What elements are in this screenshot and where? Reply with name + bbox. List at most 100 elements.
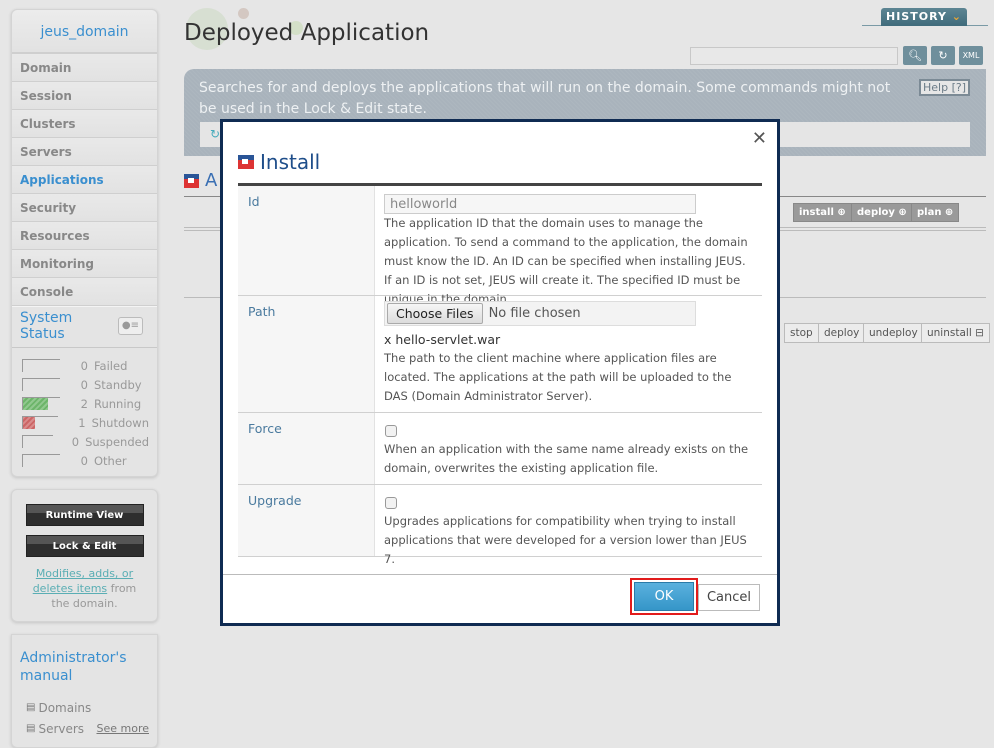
history-button[interactable]: HISTORY ⌄ [881, 8, 967, 26]
install-label: install [799, 207, 834, 218]
cancel-button[interactable]: Cancel [698, 584, 760, 611]
system-status: System Status ●≡ 0 Failed 0 Standby 2 Running… [12, 306, 157, 476]
book-icon: ▤ [26, 723, 36, 734]
deploy-label: deploy [857, 207, 895, 218]
force-checkbox[interactable] [385, 425, 397, 437]
status-count: 1 [78, 415, 86, 430]
status-label: Shutdown [91, 415, 149, 430]
deploy-button[interactable]: deploy ⊕ [851, 203, 913, 222]
system-status-header: System Status ●≡ [12, 310, 157, 348]
path-file-input[interactable]: Choose Files No file chosen [384, 301, 696, 326]
status-row-shutdown: 1 Shutdown [20, 413, 149, 432]
help-button[interactable]: Help [?] [919, 79, 970, 96]
lock-edit-button[interactable]: Lock & Edit [25, 535, 144, 557]
sidebar-item-servers[interactable]: Servers [12, 138, 157, 166]
status-count: 0 [71, 434, 80, 449]
manual-link-label: Servers [38, 721, 85, 736]
history-label: HISTORY [886, 10, 947, 23]
upgrade-checkbox[interactable] [385, 497, 397, 509]
deploy-row-button[interactable]: deploy [818, 323, 866, 343]
runtime-view-button[interactable]: Runtime View [25, 504, 144, 526]
see-more-link[interactable]: See more [96, 722, 149, 735]
status-bar [22, 454, 60, 467]
id-cell: The application ID that the domain uses … [375, 186, 762, 306]
refresh-icon[interactable]: ↻ [210, 127, 220, 141]
form-row-upgrade: Upgrade Upgrades applications for compat… [238, 485, 762, 566]
chevron-down-icon: ⌄ [951, 10, 962, 23]
force-cell: When an application with the same name a… [375, 413, 762, 484]
status-bar-fill [23, 398, 48, 410]
form-row-force: Force When an application with the same … [238, 413, 762, 485]
question-icon: [?] [951, 81, 966, 94]
status-bar [22, 359, 60, 372]
sidebar-item-applications[interactable]: Applications [12, 166, 157, 194]
domain-name[interactable]: jeus_domain [12, 10, 157, 54]
refresh-icon[interactable]: ↻ [931, 46, 955, 65]
upgrade-description: Upgrades applications for compatibility … [384, 514, 747, 566]
install-dialog: ✕ Install Id The application ID that the… [220, 119, 780, 626]
search-input[interactable] [690, 47, 898, 65]
form-row-id: Id The application ID that the domain us… [238, 186, 762, 306]
action-panel: Runtime View Lock & Edit Modifies, adds,… [11, 489, 158, 622]
sidebar-item-security[interactable]: Security [12, 194, 157, 222]
manual-link-domains[interactable]: ▤ Domains [20, 697, 149, 718]
choose-files-button[interactable]: Choose Files [387, 303, 483, 324]
page-title: Deployed Application [184, 20, 430, 46]
ok-button[interactable]: OK [634, 582, 694, 611]
selected-file[interactable]: x hello-servlet.war [384, 330, 753, 349]
uninstall-label: uninstall [927, 327, 972, 339]
dialog-footer [223, 574, 777, 575]
status-bar [22, 397, 60, 410]
path-description: The path to the client machine where app… [384, 351, 732, 403]
dialog-title-text: Install [260, 150, 321, 174]
path-cell: Choose Files No file chosen x hello-serv… [375, 296, 762, 412]
install-button[interactable]: install ⊕ [793, 203, 852, 222]
status-label: Suspended [85, 434, 149, 449]
uninstall-button[interactable]: uninstall ⊟ [921, 323, 990, 343]
close-icon[interactable]: ✕ [752, 128, 767, 149]
search-icon[interactable]: 🔍︎ [903, 46, 927, 65]
path-label: Path [238, 296, 375, 412]
undeploy-button[interactable]: undeploy [863, 323, 924, 343]
manual-link-label: Domains [38, 700, 92, 715]
manual-panel: Administrator's manual ▤ Domains ▤ Serve… [11, 634, 158, 748]
id-label: Id [238, 186, 375, 295]
status-bar [22, 378, 60, 391]
sidebar-item-domain[interactable]: Domain [12, 54, 157, 82]
info-text: Searches for and deploys the application… [199, 80, 891, 117]
manual-link-servers[interactable]: ▤ Servers See more [20, 718, 149, 739]
install-form: Id The application ID that the domain us… [238, 183, 762, 566]
id-input[interactable] [384, 194, 696, 214]
section-title-text: A [205, 170, 218, 191]
stop-button[interactable]: stop [784, 323, 819, 343]
help-label: Help [923, 81, 949, 94]
status-row-suspended: 0 Suspended [20, 432, 149, 451]
status-bar [22, 416, 59, 429]
sidebar-item-monitoring[interactable]: Monitoring [12, 250, 157, 278]
sidebar-item-resources[interactable]: Resources [12, 222, 157, 250]
status-toggle-icon[interactable]: ●≡ [117, 317, 143, 335]
status-count: 0 [80, 453, 88, 468]
plan-button[interactable]: plan ⊕ [911, 203, 960, 222]
sidebar-item-clusters[interactable]: Clusters [12, 110, 157, 138]
status-label: Running [94, 396, 142, 411]
sidebar-item-session[interactable]: Session [12, 82, 157, 110]
upgrade-label: Upgrade [238, 485, 375, 556]
upgrade-cell: Upgrades applications for compatibility … [375, 485, 762, 566]
force-label: Force [238, 413, 375, 484]
manual-title: Administrator's manual [20, 650, 127, 684]
status-bar [22, 435, 53, 448]
section-title: A [184, 170, 217, 191]
dialog-title: Install [238, 150, 320, 174]
status-label: Standby [94, 377, 142, 392]
status-count: 2 [80, 396, 88, 411]
status-row-running: 2 Running [20, 394, 149, 413]
book-icon: ▤ [26, 702, 36, 713]
nav-panel: jeus_domain Domain Session Clusters Serv… [11, 9, 158, 477]
sidebar-item-console[interactable]: Console [12, 278, 157, 306]
xml-export-icon[interactable]: XML [959, 46, 983, 65]
force-description: When an application with the same name a… [384, 442, 749, 475]
status-count: 0 [80, 358, 88, 373]
dialog-flag-icon [238, 155, 254, 169]
form-row-path: Path Choose Files No file chosen x hello… [238, 296, 762, 413]
